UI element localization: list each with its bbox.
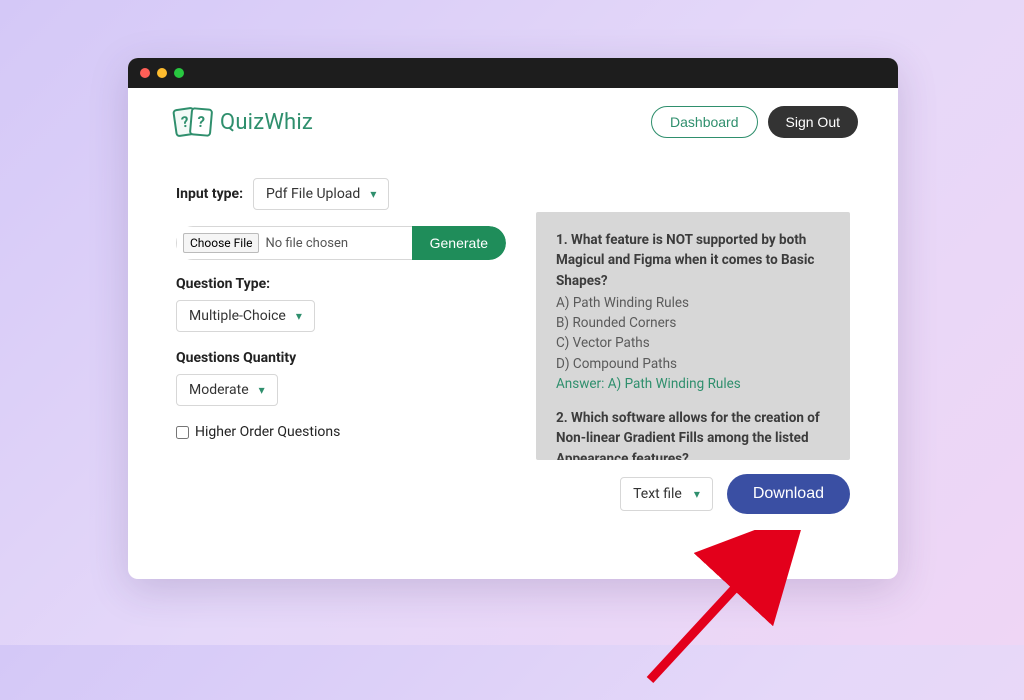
window-titlebar — [128, 58, 898, 88]
app-header: ? ? QuizWhiz Dashboard Sign Out — [128, 88, 898, 152]
app-window: ? ? QuizWhiz Dashboard Sign Out Input ty… — [128, 58, 898, 579]
chevron-down-icon: ▾ — [296, 309, 302, 323]
questions-quantity-value: Moderate — [189, 382, 249, 398]
higher-order-checkbox[interactable] — [176, 426, 189, 439]
generate-button[interactable]: Generate — [412, 226, 506, 260]
download-format-select[interactable]: Text file ▾ — [620, 477, 713, 511]
question-type-value: Multiple-Choice — [189, 308, 286, 324]
download-format-value: Text file — [633, 486, 682, 502]
question-option: C) Vector Paths — [556, 333, 830, 353]
question-option: A) Path Winding Rules — [556, 293, 830, 313]
results-panel: 1. What feature is NOT supported by both… — [536, 212, 850, 460]
questions-quantity-label: Questions Quantity — [176, 350, 506, 366]
file-status-text: No file chosen — [265, 236, 348, 251]
brand-logo[interactable]: ? ? QuizWhiz — [174, 108, 313, 136]
window-close-icon[interactable] — [140, 68, 150, 78]
question-type-select[interactable]: Multiple-Choice ▾ — [176, 300, 315, 332]
input-type-select[interactable]: Pdf File Upload ▾ — [253, 178, 389, 210]
input-type-label: Input type: — [176, 186, 243, 202]
higher-order-label: Higher Order Questions — [195, 424, 340, 440]
signout-button[interactable]: Sign Out — [768, 106, 858, 138]
chevron-down-icon: ▾ — [370, 187, 376, 201]
question-option: B) Rounded Corners — [556, 313, 830, 333]
window-maximize-icon[interactable] — [174, 68, 184, 78]
window-minimize-icon[interactable] — [157, 68, 167, 78]
question-type-label: Question Type: — [176, 276, 506, 292]
settings-panel: Input type: Pdf File Upload ▾ Choose Fil… — [176, 178, 506, 514]
download-button[interactable]: Download — [727, 474, 850, 514]
higher-order-checkbox-row[interactable]: Higher Order Questions — [176, 424, 506, 440]
questions-quantity-select[interactable]: Moderate ▾ — [176, 374, 278, 406]
brand-name: QuizWhiz — [220, 110, 313, 135]
chevron-down-icon: ▾ — [259, 383, 265, 397]
main-content: Input type: Pdf File Upload ▾ Choose Fil… — [128, 152, 898, 579]
logo-icon: ? ? — [174, 108, 212, 136]
dashboard-button[interactable]: Dashboard — [651, 106, 758, 138]
question-answer: Answer: A) Path Winding Rules — [556, 374, 830, 394]
chevron-down-icon: ▾ — [694, 487, 700, 501]
choose-file-button[interactable]: Choose File — [183, 233, 259, 253]
input-type-value: Pdf File Upload — [266, 186, 360, 202]
question-prompt: 1. What feature is NOT supported by both… — [556, 230, 830, 291]
question-option: D) Compound Paths — [556, 354, 830, 374]
question-prompt: 2. Which software allows for the creatio… — [556, 408, 830, 460]
file-input[interactable]: Choose File No file chosen — [176, 226, 412, 260]
